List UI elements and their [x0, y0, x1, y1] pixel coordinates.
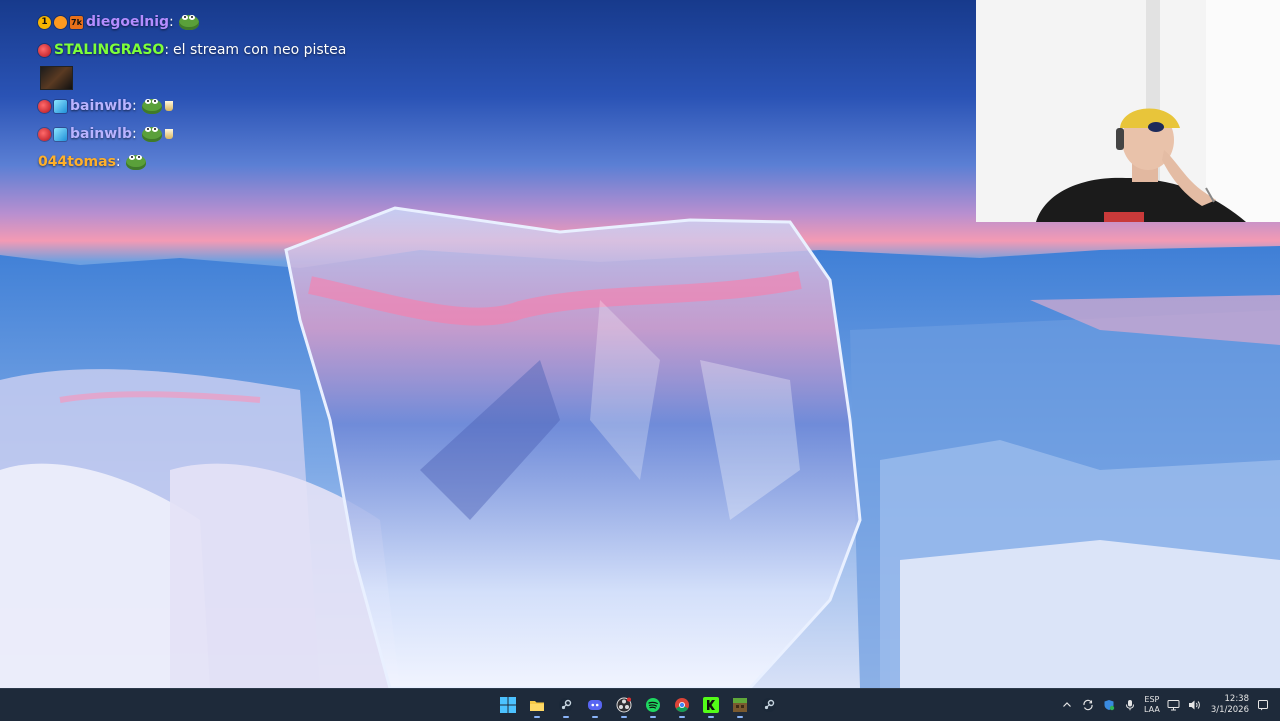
chrome-button[interactable]	[670, 691, 694, 719]
chat-message	[38, 64, 398, 92]
kick-button[interactable]	[699, 691, 723, 719]
chevron-up-icon[interactable]	[1060, 698, 1074, 712]
taskbar-apps	[496, 689, 781, 721]
chrome-icon	[675, 698, 689, 712]
keyboard-layout: LAA	[1144, 705, 1160, 714]
spotify-button[interactable]	[641, 691, 665, 719]
frog-emote-icon	[141, 125, 163, 143]
windows-start-icon	[500, 697, 516, 713]
frog-emote-icon	[178, 13, 200, 31]
chat-username[interactable]: diegoelnig	[86, 14, 169, 30]
speaker-icon[interactable]	[1188, 698, 1202, 712]
notifications-icon[interactable]	[1256, 698, 1270, 712]
steam-icon	[559, 698, 573, 712]
red-badge-icon	[38, 127, 51, 141]
obs-button[interactable]	[612, 691, 636, 719]
language-code: ESP	[1144, 695, 1160, 704]
minecraft-icon	[733, 698, 747, 712]
streamer-webcam-image	[976, 0, 1280, 222]
cup-emote-icon	[164, 129, 173, 139]
chat-username[interactable]: bainwlb	[70, 126, 132, 142]
chat-message: bainwlb :	[38, 120, 398, 148]
chat-separator: :	[169, 14, 174, 30]
chat-separator: :	[164, 42, 170, 58]
minecraft-button[interactable]	[728, 691, 752, 719]
stream-chat-overlay: 1 7k diegoelnig : STALINGRASO : el strea…	[38, 8, 398, 176]
discord-icon	[588, 700, 602, 710]
frog-emote-icon	[125, 153, 147, 171]
chat-separator: :	[115, 154, 121, 170]
microphone-icon[interactable]	[1123, 698, 1137, 712]
red-badge-icon	[38, 43, 51, 57]
windows-taskbar: ESP LAA 12:38 3/1/2026	[0, 688, 1280, 721]
chat-separator: :	[132, 126, 137, 142]
spotify-icon	[646, 698, 660, 712]
subscriber-badge-icon: 1	[38, 15, 51, 29]
chat-username[interactable]: 044tomas	[38, 154, 116, 170]
chat-message: STALINGRASO : el stream con neo pistea	[38, 36, 398, 64]
security-shield-icon[interactable]	[1102, 698, 1116, 712]
chat-username[interactable]: STALINGRASO	[54, 42, 164, 58]
cup-emote-icon	[164, 101, 173, 111]
blue-cube-badge-icon	[54, 127, 67, 141]
blue-cube-badge-icon	[54, 99, 67, 113]
file-explorer-icon	[530, 701, 544, 711]
frog-emote-icon	[141, 97, 163, 115]
chat-username[interactable]: bainwlb	[70, 98, 132, 114]
clock[interactable]: 12:38 3/1/2026	[1211, 694, 1249, 716]
chat-message: 044tomas :	[38, 148, 398, 176]
kick-icon	[703, 697, 719, 713]
chat-message-text: el stream con neo pistea	[173, 42, 347, 58]
clock-time: 12:38	[1224, 694, 1250, 704]
orange-badge-icon	[54, 15, 67, 29]
system-tray: ESP LAA 12:38 3/1/2026	[1060, 689, 1270, 721]
start-button[interactable]	[496, 691, 520, 719]
file-explorer-button[interactable]	[525, 691, 549, 719]
chat-message: bainwlb :	[38, 92, 398, 120]
bits-badge-icon: 7k	[70, 15, 83, 29]
red-badge-icon	[38, 99, 51, 113]
image-thumbnail	[40, 66, 73, 90]
obs-icon	[616, 697, 632, 713]
chat-message: 1 7k diegoelnig :	[38, 8, 398, 36]
steam-button[interactable]	[554, 691, 578, 719]
webcam-feed	[976, 0, 1280, 222]
chat-separator: :	[132, 98, 137, 114]
steam-button-2[interactable]	[757, 691, 781, 719]
clock-date: 3/1/2026	[1210, 705, 1249, 715]
steam-icon-2	[762, 698, 776, 712]
network-icon[interactable]	[1167, 698, 1181, 712]
discord-button[interactable]	[583, 691, 607, 719]
language-indicator[interactable]: ESP LAA	[1144, 695, 1160, 715]
sync-icon[interactable]	[1081, 698, 1095, 712]
